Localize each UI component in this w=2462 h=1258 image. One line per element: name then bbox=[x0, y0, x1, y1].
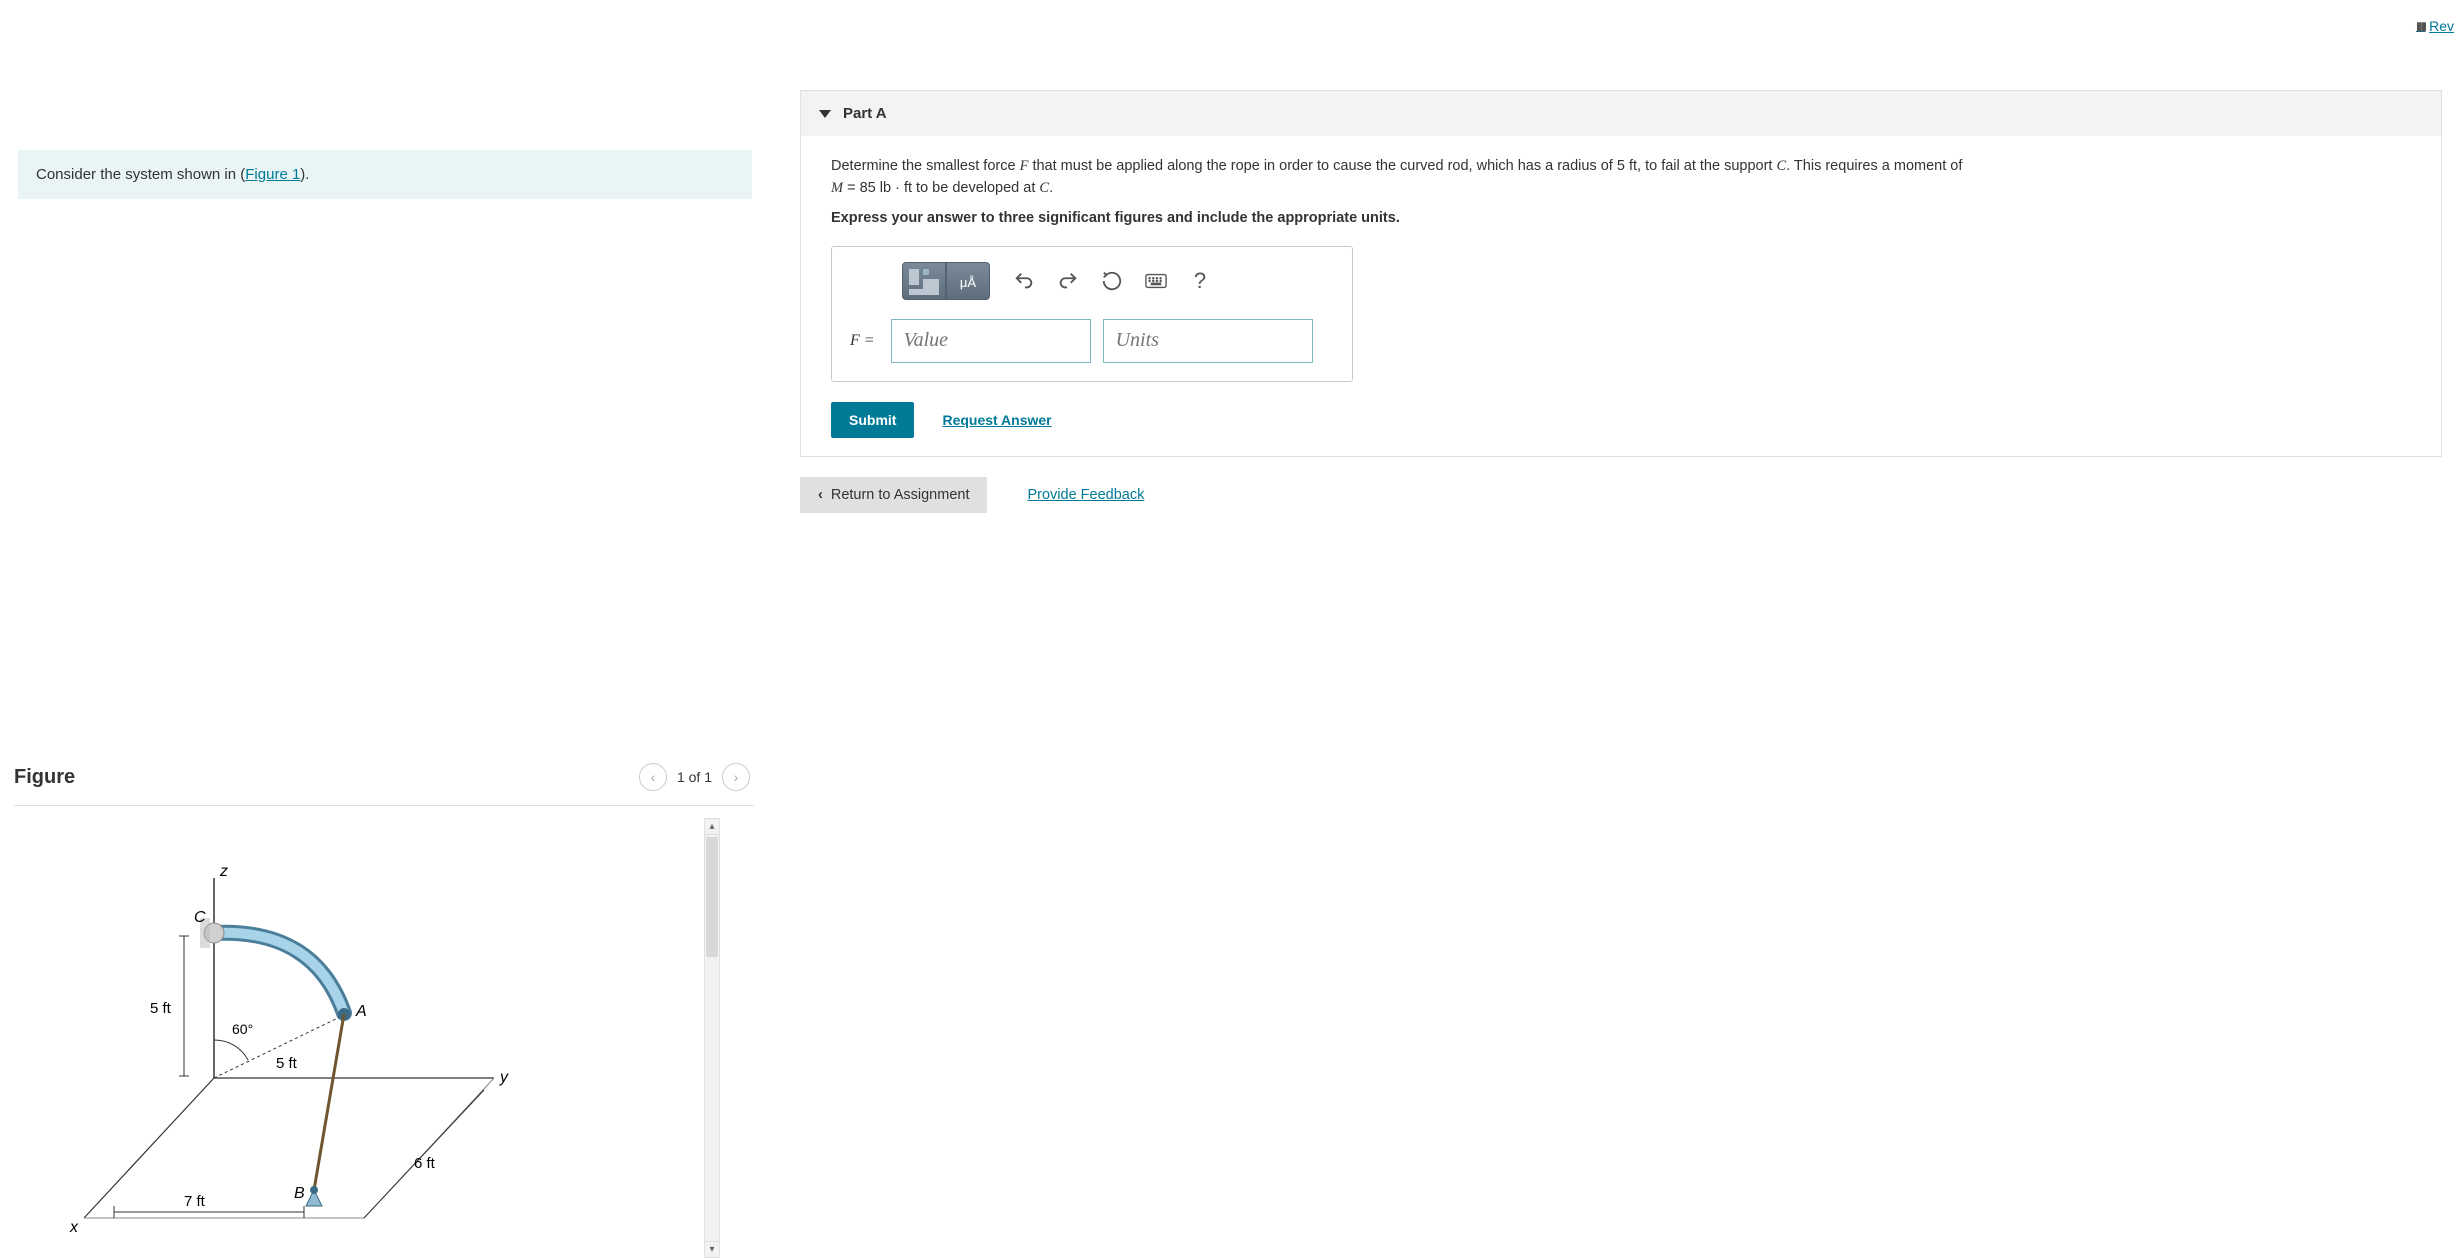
intro-prefix: Consider the system shown in ( bbox=[36, 166, 245, 183]
var-M: M bbox=[831, 180, 843, 196]
axis-x: x bbox=[69, 1219, 79, 1236]
var-C2: C bbox=[1039, 180, 1049, 196]
symbols-button[interactable]: μÅ bbox=[946, 262, 990, 300]
figure-panel: Figure ‹ 1 of 1 › z y x bbox=[14, 755, 754, 1258]
answer-entry-box: μÅ ? F = bbox=[831, 246, 1353, 382]
redo-button[interactable] bbox=[1050, 264, 1086, 298]
dim-5ft-a: 5 ft bbox=[150, 1000, 172, 1017]
scroll-down-icon[interactable]: ▾ bbox=[705, 1241, 719, 1257]
pt3: , to fail at the support bbox=[1637, 158, 1776, 174]
scrollbar-thumb[interactable] bbox=[706, 837, 718, 957]
figure-link[interactable]: Figure 1 bbox=[245, 166, 300, 183]
help-button[interactable]: ? bbox=[1182, 264, 1218, 298]
label-A: A bbox=[355, 1003, 367, 1020]
figure-title: Figure bbox=[14, 766, 75, 789]
equation-label: F = bbox=[848, 332, 879, 350]
scroll-up-icon[interactable]: ▴ bbox=[705, 819, 719, 835]
label-B: B bbox=[294, 1185, 305, 1202]
radius-val: 5 ft bbox=[1617, 158, 1637, 174]
var-C: C bbox=[1776, 158, 1786, 174]
dim-5ft-b: 5 ft bbox=[276, 1055, 298, 1072]
dim-60: 60° bbox=[232, 1021, 253, 1037]
pt6: . bbox=[1049, 180, 1053, 196]
label-C: C bbox=[194, 909, 206, 926]
figure-image: z y x C A bbox=[14, 818, 704, 1241]
reset-button[interactable] bbox=[1094, 264, 1130, 298]
return-label: Return to Assignment bbox=[831, 487, 970, 503]
problem-intro-box: Consider the system shown in (Figure 1). bbox=[18, 150, 752, 199]
dim-6ft: 6 ft bbox=[414, 1155, 436, 1172]
figure-count: 1 of 1 bbox=[677, 769, 712, 785]
answer-toolbar: μÅ ? bbox=[848, 261, 1336, 301]
dim-7ft: 7 ft bbox=[184, 1193, 206, 1210]
collapse-icon bbox=[819, 110, 831, 118]
axis-y: y bbox=[499, 1069, 509, 1086]
figure-nav: ‹ 1 of 1 › bbox=[639, 763, 750, 791]
axis-z: z bbox=[219, 863, 228, 880]
part-a-prompt: Determine the smallest force F that must… bbox=[831, 156, 2411, 200]
pt5: to be developed at bbox=[912, 180, 1039, 196]
keyboard-button[interactable] bbox=[1138, 264, 1174, 298]
templates-button[interactable] bbox=[902, 262, 946, 300]
return-to-assignment-button[interactable]: ‹ Return to Assignment bbox=[800, 477, 987, 513]
symbols-label: μÅ bbox=[960, 275, 976, 290]
figure-next-button[interactable]: › bbox=[722, 763, 750, 791]
figure-prev-button[interactable]: ‹ bbox=[639, 763, 667, 791]
intro-suffix: ). bbox=[300, 166, 309, 183]
chevron-left-icon: ‹ bbox=[818, 487, 823, 503]
sigfig-instruction: Express your answer to three significant… bbox=[831, 210, 2411, 226]
submit-button[interactable]: Submit bbox=[831, 402, 914, 438]
request-answer-link[interactable]: Request Answer bbox=[942, 412, 1051, 428]
undo-button[interactable] bbox=[1006, 264, 1042, 298]
units-input[interactable] bbox=[1103, 319, 1313, 363]
pt2: that must be applied along the rope in o… bbox=[1028, 158, 1616, 174]
m-eq: = 85 lb · ft bbox=[843, 180, 912, 196]
part-a-box: Part A Determine the smallest force F th… bbox=[800, 90, 2442, 457]
pt4: . This requires a moment of bbox=[1786, 158, 1962, 174]
part-a-header[interactable]: Part A bbox=[801, 91, 2441, 136]
value-input[interactable] bbox=[891, 319, 1091, 363]
figure-scrollbar[interactable]: ▴ ▾ bbox=[704, 818, 720, 1258]
provide-feedback-link[interactable]: Provide Feedback bbox=[1027, 487, 1144, 503]
part-a-title: Part A bbox=[843, 105, 887, 122]
pt1: Determine the smallest force bbox=[831, 158, 1020, 174]
